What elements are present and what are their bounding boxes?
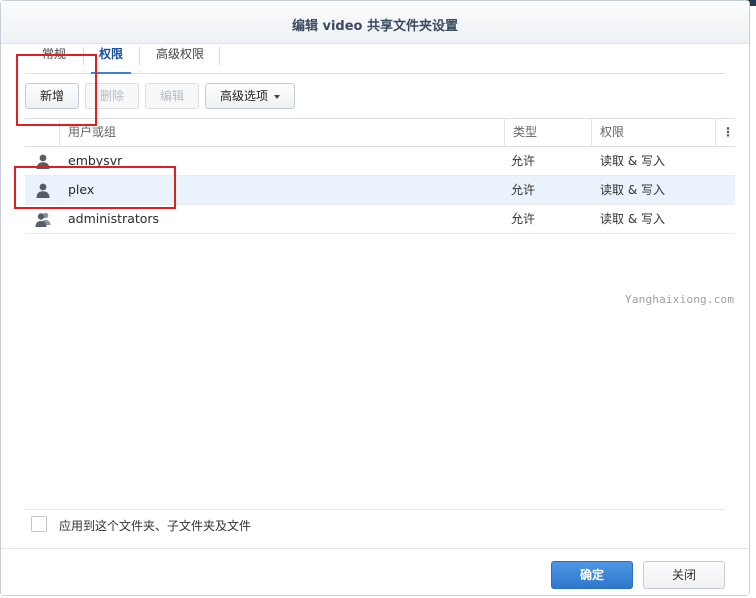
tab-divider (83, 47, 84, 65)
column-divider (591, 119, 592, 146)
title-bar: 编辑 video 共享文件夹设置 (1, 1, 749, 44)
group-icon (35, 212, 51, 227)
column-header-permission[interactable]: 权限 (600, 119, 624, 146)
apply-recursive-checkbox[interactable] (31, 516, 47, 532)
table-row[interactable]: embysvr 允许 读取 & 写入 (25, 147, 735, 176)
column-divider (715, 119, 716, 146)
tab-general[interactable]: 常规 (35, 43, 73, 69)
row-type: 允许 (511, 183, 536, 197)
column-header-type[interactable]: 类型 (513, 119, 537, 146)
row-name: embysvr (68, 153, 123, 168)
tab-divider (139, 47, 140, 65)
close-button[interactable]: 关闭 (643, 561, 725, 589)
table-row[interactable]: administrators 允许 读取 & 写入 (25, 205, 735, 234)
divider (25, 509, 725, 510)
row-name: plex (68, 182, 95, 197)
table-row[interactable]: plex 允许 读取 & 写入 (25, 176, 735, 205)
user-icon (36, 154, 50, 169)
column-divider (59, 119, 60, 146)
apply-recursive-label: 应用到这个文件夹、子文件夹及文件 (59, 519, 252, 533)
row-permission: 读取 & 写入 (600, 154, 665, 168)
dialog-title: 编辑 video 共享文件夹设置 (291, 19, 459, 34)
row-type: 允许 (511, 212, 536, 226)
edit-button[interactable]: 编辑 (145, 83, 199, 109)
column-header-user[interactable]: 用户或组 (68, 119, 116, 146)
dialog-footer (1, 548, 749, 595)
ok-button[interactable]: 确定 (551, 561, 633, 589)
row-type: 允许 (511, 154, 536, 168)
advanced-options-label: 高级选项 (219, 89, 268, 103)
tab-advanced-permissions[interactable]: 高级权限 (149, 43, 211, 69)
add-button[interactable]: 新增 (25, 83, 79, 109)
row-permission: 读取 & 写入 (600, 183, 665, 197)
row-name: administrators (68, 211, 160, 226)
tab-permissions[interactable]: 权限 (91, 43, 131, 69)
column-menu-icon[interactable]: ⋮ (722, 119, 734, 146)
user-icon (36, 183, 50, 198)
tab-divider (219, 47, 220, 65)
shared-folder-dialog: 编辑 video 共享文件夹设置 常规 权限 高级权限 新增 删除 编辑 高级选… (0, 0, 750, 596)
delete-button[interactable]: 删除 (85, 83, 139, 109)
column-divider (504, 119, 505, 146)
watermark-text: Yanghaixiong.com (625, 293, 735, 306)
caret-down-icon (274, 94, 280, 99)
tab-bar: 常规 权限 高级权限 (25, 43, 725, 74)
active-tab-indicator (91, 72, 131, 74)
permissions-table: 用户或组 类型 权限 ⋮ embysvr 允许 读取 & 写入 plex 允许 (25, 118, 735, 234)
table-header: 用户或组 类型 权限 ⋮ (25, 118, 735, 147)
row-permission: 读取 & 写入 (600, 212, 665, 226)
advanced-options-button[interactable]: 高级选项 (205, 83, 295, 109)
